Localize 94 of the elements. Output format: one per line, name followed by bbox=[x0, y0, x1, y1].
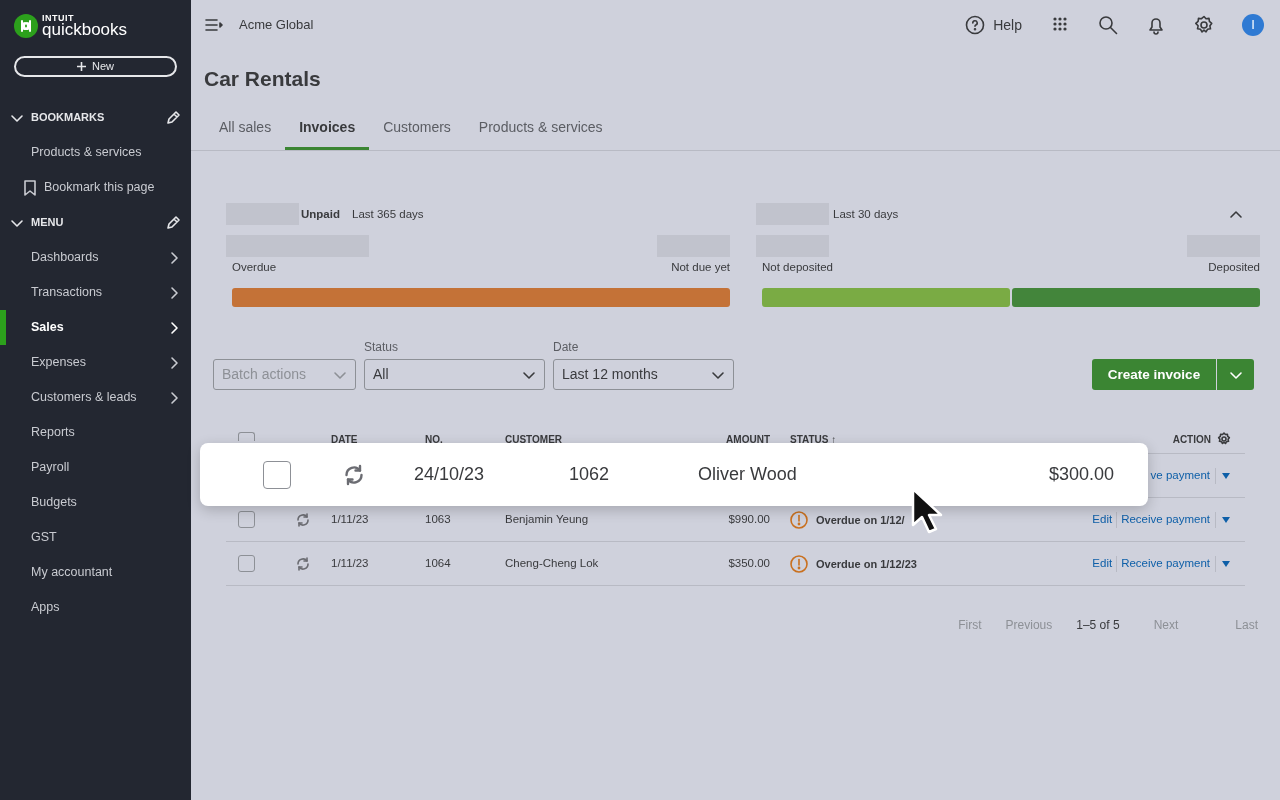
period-label: Last 365 days bbox=[352, 206, 424, 222]
logo-icon bbox=[14, 14, 38, 38]
company-name: Acme Global bbox=[239, 16, 315, 35]
recurring-icon bbox=[295, 555, 311, 572]
tab[interactable]: All sales bbox=[219, 111, 272, 151]
summary-label: Not deposited bbox=[762, 260, 833, 276]
summary-label: Unpaid bbox=[301, 206, 340, 222]
edit-icon[interactable] bbox=[165, 109, 181, 126]
filter-label: Date bbox=[553, 339, 580, 357]
date-dropdown[interactable]: Last 12 months bbox=[553, 359, 734, 391]
section-title: BOOKMARKS bbox=[31, 110, 106, 126]
new-button[interactable]: New bbox=[14, 56, 177, 77]
sidebar-item[interactable]: Transactions bbox=[0, 275, 191, 310]
status-dropdown[interactable]: All bbox=[364, 359, 545, 391]
column-header: DATE bbox=[331, 433, 359, 448]
page-range: 1–5 of 5 bbox=[1076, 617, 1120, 635]
caret-down-icon[interactable] bbox=[1221, 559, 1231, 568]
row-checkbox[interactable] bbox=[238, 511, 255, 529]
plus-icon bbox=[77, 62, 86, 71]
tab[interactable]: Customers bbox=[383, 111, 451, 151]
sidebar-item[interactable]: Products & services bbox=[0, 135, 191, 170]
tab[interactable]: Invoices bbox=[285, 111, 370, 151]
section-title: MENU bbox=[31, 215, 65, 231]
bookmark-icon bbox=[23, 179, 37, 196]
table-cell-text: Oliver Wood bbox=[698, 463, 798, 486]
tab[interactable]: Products & services bbox=[478, 111, 603, 151]
table-cell-text: 1/11/23 bbox=[331, 512, 370, 528]
table-cell-text: $350.00 bbox=[727, 556, 770, 572]
page-title: Car Rentals bbox=[204, 66, 322, 92]
table-cell-text: 1063 bbox=[425, 512, 452, 528]
table-cell-text: Cheng-Cheng Lok bbox=[505, 556, 600, 572]
search-icon[interactable] bbox=[1098, 15, 1118, 35]
brand-name: quickbooks bbox=[42, 21, 128, 38]
table-cell-text: $300.00 bbox=[1047, 463, 1114, 486]
summary-label: Deposited bbox=[1208, 260, 1260, 276]
section-header[interactable]: MENU bbox=[0, 205, 191, 240]
caret-down-icon[interactable] bbox=[1221, 471, 1231, 480]
table-cell-text: 1/11/23 bbox=[331, 556, 370, 572]
settings-icon[interactable] bbox=[1217, 432, 1231, 447]
sidebar-item[interactable]: Bookmark this page bbox=[0, 170, 191, 205]
sidebar-item[interactable]: My accountant bbox=[0, 555, 191, 590]
filter-label: Status bbox=[364, 339, 400, 357]
edit-link[interactable]: Edit bbox=[1092, 511, 1113, 529]
chevron-right-icon bbox=[169, 390, 179, 405]
row-checkbox[interactable] bbox=[263, 460, 291, 489]
chevron-right-icon bbox=[169, 320, 179, 335]
summary-label: Not due yet bbox=[671, 260, 730, 276]
recurring-icon bbox=[295, 511, 311, 528]
table-cell-text: 1062 bbox=[569, 463, 611, 486]
create-invoice-button[interactable]: Create invoice bbox=[1092, 359, 1216, 391]
chevron-right-icon bbox=[169, 355, 179, 370]
table-cell-text: 1064 bbox=[425, 556, 452, 572]
settings-icon[interactable] bbox=[1194, 15, 1214, 35]
column-header: STATUS ↑ bbox=[790, 433, 838, 448]
row-checkbox[interactable] bbox=[238, 555, 255, 573]
sidebar-item[interactable]: Budgets bbox=[0, 485, 191, 520]
sidebar-item[interactable]: GST bbox=[0, 520, 191, 555]
chevron-right-icon bbox=[169, 250, 179, 265]
recurring-icon bbox=[342, 462, 366, 487]
dropdown-button[interactable] bbox=[1216, 359, 1254, 391]
select-all-checkbox[interactable] bbox=[238, 432, 255, 442]
alert-icon bbox=[790, 510, 808, 529]
caret-down-icon[interactable] bbox=[1221, 515, 1231, 524]
column-header: AMOUNT bbox=[725, 433, 770, 448]
help-button[interactable]: Help bbox=[965, 14, 1022, 36]
notification-icon[interactable] bbox=[1146, 15, 1166, 35]
column-header: NO. bbox=[425, 433, 444, 448]
period-label: Last 30 days bbox=[833, 206, 899, 222]
receive-payment-link[interactable]: ve payment bbox=[1150, 467, 1210, 485]
column-header: ACTION bbox=[1172, 433, 1211, 448]
table-cell-text: 24/10/23 bbox=[414, 463, 486, 486]
alert-icon bbox=[790, 554, 808, 573]
help-icon bbox=[965, 15, 986, 35]
summary-label: Overdue bbox=[232, 260, 277, 276]
status-text: Overdue on 1/12/ bbox=[816, 512, 905, 528]
menu-icon[interactable] bbox=[205, 18, 223, 32]
sidebar-item[interactable]: Payroll bbox=[0, 450, 191, 485]
table-cell-text: Benjamin Yeung bbox=[505, 512, 590, 528]
sidebar-item[interactable]: Customers & leads bbox=[0, 380, 191, 415]
receive-payment-link[interactable]: Receive payment bbox=[1121, 511, 1210, 529]
brand-name: INTUIT bbox=[42, 14, 75, 23]
table-cell-text: $990.00 bbox=[727, 512, 770, 528]
edit-link[interactable]: Edit bbox=[1092, 555, 1113, 573]
edit-icon[interactable] bbox=[165, 214, 181, 231]
avatar[interactable]: I bbox=[1242, 14, 1264, 36]
receive-payment-link[interactable]: Receive payment bbox=[1121, 555, 1210, 573]
sidebar-item[interactable]: Apps bbox=[0, 590, 191, 625]
status-text: Overdue on 1/12/23 bbox=[816, 556, 917, 572]
column-header: CUSTOMER bbox=[505, 433, 564, 448]
chevron-right-icon bbox=[169, 285, 179, 300]
sidebar-item[interactable]: Expenses bbox=[0, 345, 191, 380]
section-header[interactable]: BOOKMARKS bbox=[0, 100, 191, 135]
sidebar-item[interactable]: Reports bbox=[0, 415, 191, 450]
sidebar-item[interactable]: Dashboards bbox=[0, 240, 191, 275]
